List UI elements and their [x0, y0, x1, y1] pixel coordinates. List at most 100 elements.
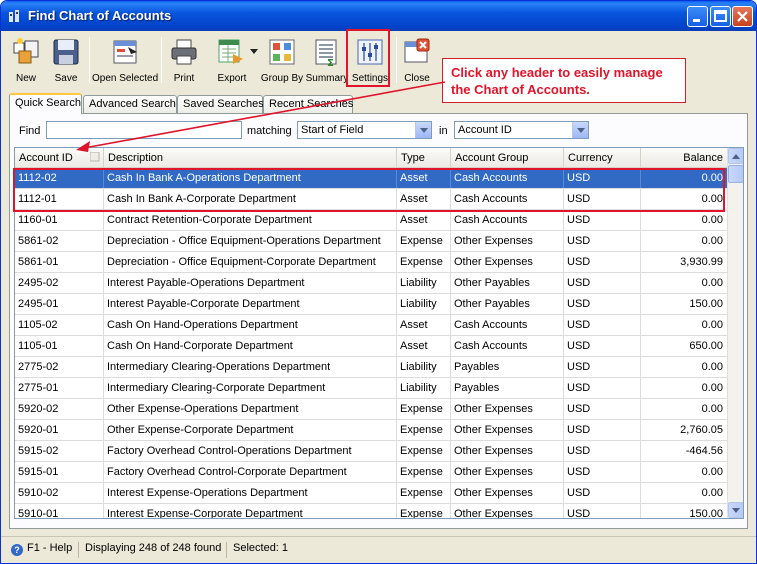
table-row[interactable]: 5915-02 Factory Overhead Control-Operatio…	[15, 441, 728, 462]
column-header-balance[interactable]: Balance	[641, 148, 728, 168]
open-selected-icon	[113, 40, 137, 64]
table-row[interactable]: 5920-02 Other Expense-Operations Departme…	[15, 399, 728, 420]
table-row[interactable]: 5920-01 Other Expense-Corporate Departmen…	[15, 420, 728, 441]
currency-cell: USD	[564, 210, 641, 230]
table-row[interactable]: 5910-02 Interest Expense-Operations Depar…	[15, 483, 728, 504]
table-row[interactable]: 2495-02 Interest Payable-Operations Depar…	[15, 273, 728, 294]
description-cell: Interest Payable-Operations Department	[104, 273, 397, 293]
save-button[interactable]: Save	[46, 33, 86, 87]
scroll-down-button[interactable]	[728, 502, 743, 518]
column-header-type[interactable]: Type	[397, 148, 451, 168]
table-row[interactable]: 1105-01 Cash On Hand-Corporate Department…	[15, 336, 728, 357]
settings-highlight	[346, 29, 390, 87]
tab-advanced-search[interactable]: Advanced Search	[83, 95, 177, 114]
currency-cell: USD	[564, 504, 641, 518]
callout-annotation: Click any header to easily manage the Ch…	[442, 58, 686, 103]
matching-label: matching	[247, 125, 292, 137]
new-button[interactable]: New	[6, 33, 46, 87]
balance-cell: 0.00	[641, 273, 728, 293]
table-row[interactable]: 1160-01 Contract Retention-Corporate Depa…	[15, 210, 728, 231]
column-header-currency[interactable]: Currency	[564, 148, 641, 168]
scroll-thumb[interactable]	[728, 165, 743, 183]
in-field-value: Account ID	[458, 124, 512, 136]
close-button[interactable]: Close	[398, 33, 436, 87]
description-cell: Interest Payable-Corporate Department	[104, 294, 397, 314]
account-group-cell: Other Expenses	[451, 441, 564, 461]
tab-saved-searches[interactable]: Saved Searches	[177, 95, 264, 114]
balance-cell: 2,760.05	[641, 420, 728, 440]
account-group-cell: Payables	[451, 378, 564, 398]
account-group-cell: Other Payables	[451, 294, 564, 314]
balance-cell: 0.00	[641, 483, 728, 503]
balance-cell: 0.00	[641, 210, 728, 230]
currency-cell: USD	[564, 252, 641, 272]
description-cell: Factory Overhead Control-Operations Depa…	[104, 441, 397, 461]
tab-quick-search[interactable]: Quick Search	[9, 93, 82, 114]
summary-button[interactable]: Σ Summary	[305, 33, 349, 87]
table-row[interactable]: 2775-01 Intermediary Clearing-Corporate D…	[15, 378, 728, 399]
vertical-scrollbar[interactable]	[727, 148, 743, 518]
currency-cell: USD	[564, 462, 641, 482]
close-icon	[737, 11, 748, 22]
account-id-cell: 5920-01	[15, 420, 104, 440]
close-window-button[interactable]	[732, 6, 753, 27]
find-label: Find	[19, 125, 41, 137]
description-cell: Contract Retention-Corporate Department	[104, 210, 397, 230]
description-cell: Intermediary Clearing-Operations Departm…	[104, 357, 397, 377]
table-row[interactable]: 5915-01 Factory Overhead Control-Corporat…	[15, 462, 728, 483]
find-input[interactable]	[46, 121, 242, 139]
print-button[interactable]: Print	[164, 33, 204, 87]
rows-highlight	[13, 168, 725, 212]
account-group-cell: Other Expenses	[451, 231, 564, 251]
open-selected-button[interactable]: Open Selected	[92, 33, 158, 87]
account-group-cell: Other Expenses	[451, 483, 564, 503]
in-field-select[interactable]: Account ID	[454, 121, 589, 139]
column-header-account-id[interactable]: Account ID	[15, 148, 104, 168]
minimize-button[interactable]	[687, 6, 708, 27]
table-row[interactable]: 1105-02 Cash On Hand-Operations Departmen…	[15, 315, 728, 336]
minimize-icon	[693, 19, 700, 22]
table-row[interactable]: 5861-02 Depreciation - Office Equipment-O…	[15, 231, 728, 252]
account-id-cell: 2775-02	[15, 357, 104, 377]
account-group-cell: Cash Accounts	[451, 336, 564, 356]
save-icon	[53, 39, 79, 65]
currency-cell: USD	[564, 378, 641, 398]
window-title: Find Chart of Accounts	[28, 8, 172, 23]
app-icon	[9, 10, 19, 22]
table-row[interactable]: 2775-02 Intermediary Clearing-Operations …	[15, 357, 728, 378]
account-id-cell: 5910-02	[15, 483, 104, 503]
currency-cell: USD	[564, 357, 641, 377]
currency-cell: USD	[564, 441, 641, 461]
chevron-down-icon[interactable]	[415, 122, 431, 138]
toolbar-separator	[89, 37, 90, 83]
column-menu-icon[interactable]	[90, 152, 100, 162]
description-cell: Interest Expense-Corporate Department	[104, 504, 397, 518]
help-icon: ?	[11, 544, 23, 556]
description-cell: Other Expense-Operations Department	[104, 399, 397, 419]
matching-select[interactable]: Start of Field	[297, 121, 432, 139]
column-header-account-group[interactable]: Account Group	[451, 148, 564, 168]
maximize-button[interactable]	[710, 6, 731, 27]
account-id-cell: 2775-01	[15, 378, 104, 398]
type-cell: Liability	[397, 378, 451, 398]
selected-status: Selected: 1	[233, 542, 289, 554]
currency-cell: USD	[564, 420, 641, 440]
table-row[interactable]: 5910-01 Interest Expense-Corporate Depart…	[15, 504, 728, 518]
new-icon	[13, 38, 39, 64]
tab-recent-searches[interactable]: Recent Searches	[263, 95, 353, 114]
scroll-up-button[interactable]	[728, 148, 743, 164]
group-by-button[interactable]: Group By	[259, 33, 305, 87]
matching-value: Start of Field	[301, 124, 364, 136]
description-cell: Depreciation - Office Equipment-Operatio…	[104, 231, 397, 251]
table-row[interactable]: 5861-01 Depreciation - Office Equipment-C…	[15, 252, 728, 273]
chevron-down-icon[interactable]	[572, 122, 588, 138]
help-status[interactable]: ? F1 - Help	[7, 542, 79, 558]
account-id-cell: 2495-02	[15, 273, 104, 293]
type-cell: Expense	[397, 483, 451, 503]
column-header-description[interactable]: Description	[104, 148, 397, 168]
title-bar[interactable]: Find Chart of Accounts	[1, 1, 756, 31]
group-by-icon	[269, 39, 295, 65]
table-row[interactable]: 2495-01 Interest Payable-Corporate Depart…	[15, 294, 728, 315]
type-cell: Expense	[397, 231, 451, 251]
type-cell: Asset	[397, 315, 451, 335]
